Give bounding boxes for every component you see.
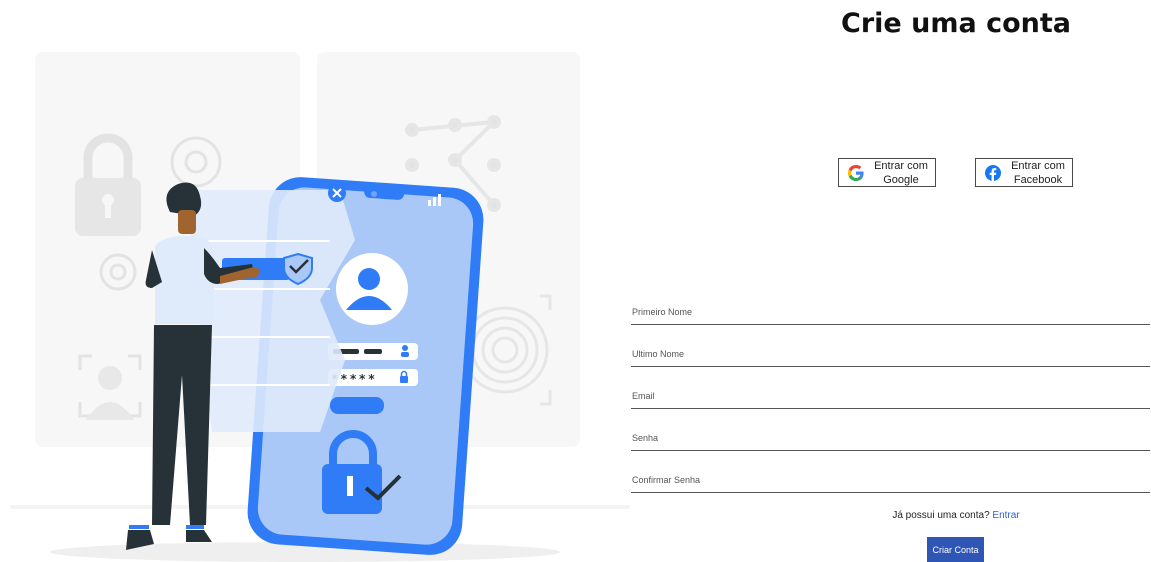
confirm-password-field bbox=[631, 468, 1151, 493]
google-login-button[interactable]: Entrar com Google bbox=[838, 158, 936, 187]
password-field bbox=[631, 426, 1151, 451]
facebook-login-label: Entrar com Facebook bbox=[1011, 159, 1065, 186]
first-name-field bbox=[631, 300, 1151, 325]
small-user-icon bbox=[402, 345, 408, 351]
small-lock-icon bbox=[400, 376, 408, 383]
email-field bbox=[631, 384, 1151, 409]
login-prompt-text: Já possui uma conta? bbox=[892, 510, 990, 521]
facebook-login-button[interactable]: Entrar com Facebook bbox=[975, 158, 1073, 187]
user-icon bbox=[358, 268, 380, 290]
create-account-button[interactable]: Criar Conta bbox=[927, 537, 984, 562]
password-input[interactable] bbox=[631, 426, 1151, 450]
login-link[interactable]: Entrar bbox=[992, 510, 1019, 521]
login-prompt: Já possui uma conta? Entrar bbox=[760, 510, 1151, 521]
email-input[interactable] bbox=[631, 384, 1151, 408]
first-name-input[interactable] bbox=[631, 300, 1151, 324]
facebook-icon bbox=[985, 164, 1001, 181]
phone-login-button bbox=[330, 397, 384, 414]
page-title: Crie uma conta bbox=[841, 8, 1071, 39]
last-name-input[interactable] bbox=[631, 342, 1151, 366]
google-login-label: Entrar com Google bbox=[874, 159, 928, 186]
google-icon bbox=[848, 164, 864, 181]
security-illustration: ***** bbox=[10, 52, 630, 562]
last-name-field bbox=[631, 342, 1151, 367]
confirm-password-input[interactable] bbox=[631, 468, 1151, 492]
